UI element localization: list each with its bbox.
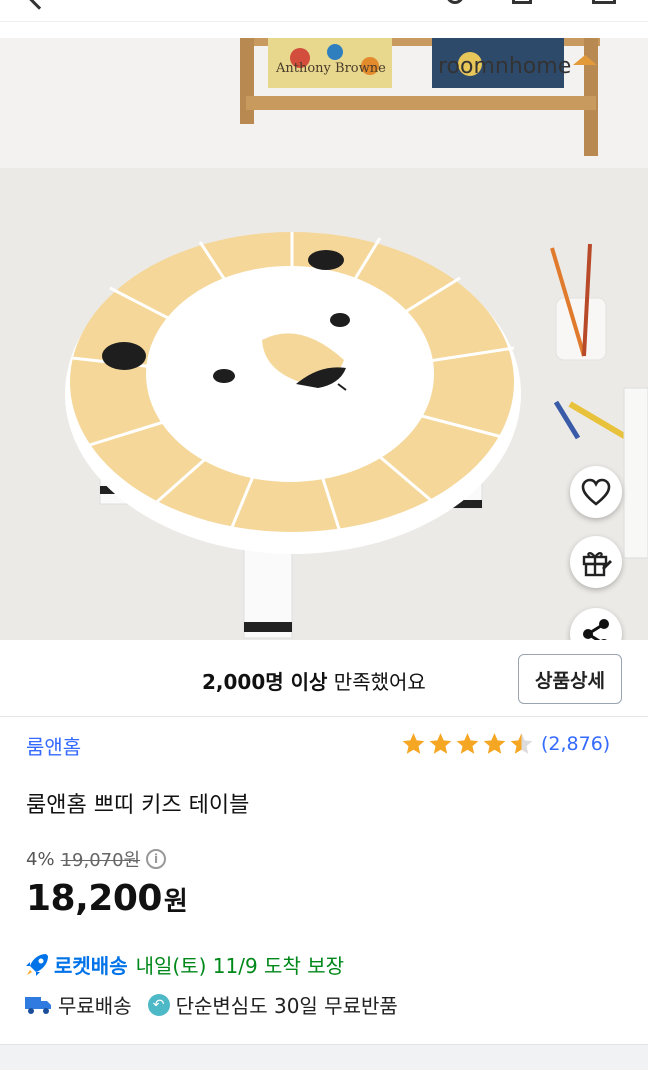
rating-summary[interactable]: (2,876) bbox=[400, 731, 610, 757]
product-detail-button[interactable]: 상품상세 bbox=[518, 654, 622, 704]
product-photo-illustration: Anthony Browne bbox=[0, 38, 648, 640]
home-icon[interactable] bbox=[512, 0, 532, 4]
gift-button[interactable] bbox=[570, 536, 622, 588]
rocket-delivery-label: 로켓배송 bbox=[54, 954, 128, 978]
star-half-icon bbox=[510, 733, 533, 754]
star-full-icon bbox=[429, 733, 452, 754]
free-shipping-label: 무료배송 bbox=[58, 994, 132, 1018]
delivery-eta: 내일(토) 11/9 도착 보장 bbox=[135, 954, 344, 978]
book-cover-text: Anthony Browne bbox=[275, 61, 386, 76]
brand-link[interactable]: 룸앤홈 bbox=[26, 731, 81, 760]
discount-rate: 4% bbox=[26, 848, 55, 870]
star-full-icon bbox=[483, 733, 506, 754]
satisfaction-label: 만족했어요 bbox=[333, 670, 426, 694]
back-arrow-icon[interactable] bbox=[26, 0, 52, 10]
return-icon: ↶ bbox=[147, 993, 170, 1016]
heart-icon bbox=[581, 478, 611, 506]
wishlist-button[interactable] bbox=[570, 466, 622, 518]
star-full-icon bbox=[456, 733, 479, 754]
rocket-delivery-row: 로켓배송 내일(토) 11/9 도착 보장 bbox=[24, 950, 344, 979]
rocket-icon bbox=[26, 953, 48, 976]
price-unit: 원 bbox=[163, 887, 188, 917]
discount-row: 4% 19,070원 i bbox=[26, 846, 167, 872]
shipping-perks-row: 무료배송 ↶ 단순변심도 30일 무료반품 bbox=[24, 990, 398, 1019]
product-image[interactable]: Anthony Browne roomnhome bbox=[0, 38, 648, 640]
brand-watermark: roomnhome bbox=[438, 54, 598, 79]
section-separator bbox=[0, 1044, 648, 1070]
top-navigation-bar bbox=[0, 0, 648, 22]
price-value: 18,200 bbox=[26, 878, 162, 919]
search-icon[interactable] bbox=[446, 0, 464, 4]
star-full-icon bbox=[402, 733, 425, 754]
star-rating bbox=[400, 731, 535, 757]
cart-icon[interactable] bbox=[592, 0, 616, 4]
satisfaction-text: 2,000명 이상 만족했어요 bbox=[202, 666, 426, 695]
review-count[interactable]: (2,876) bbox=[541, 733, 610, 755]
section-divider bbox=[0, 716, 648, 717]
product-title: 룸앤홈 쁘띠 키즈 테이블 bbox=[26, 793, 250, 818]
free-return-label: 단순변심도 30일 무료반품 bbox=[175, 994, 398, 1018]
house-roof-icon bbox=[573, 55, 598, 65]
gift-icon bbox=[582, 552, 612, 577]
original-price: 19,070원 bbox=[60, 850, 141, 871]
info-icon[interactable]: i bbox=[146, 849, 167, 869]
share-icon bbox=[583, 619, 609, 640]
satisfaction-count: 2,000명 이상 bbox=[202, 670, 328, 694]
sale-price: 18,200원 bbox=[26, 878, 188, 919]
truck-icon bbox=[25, 996, 51, 1014]
